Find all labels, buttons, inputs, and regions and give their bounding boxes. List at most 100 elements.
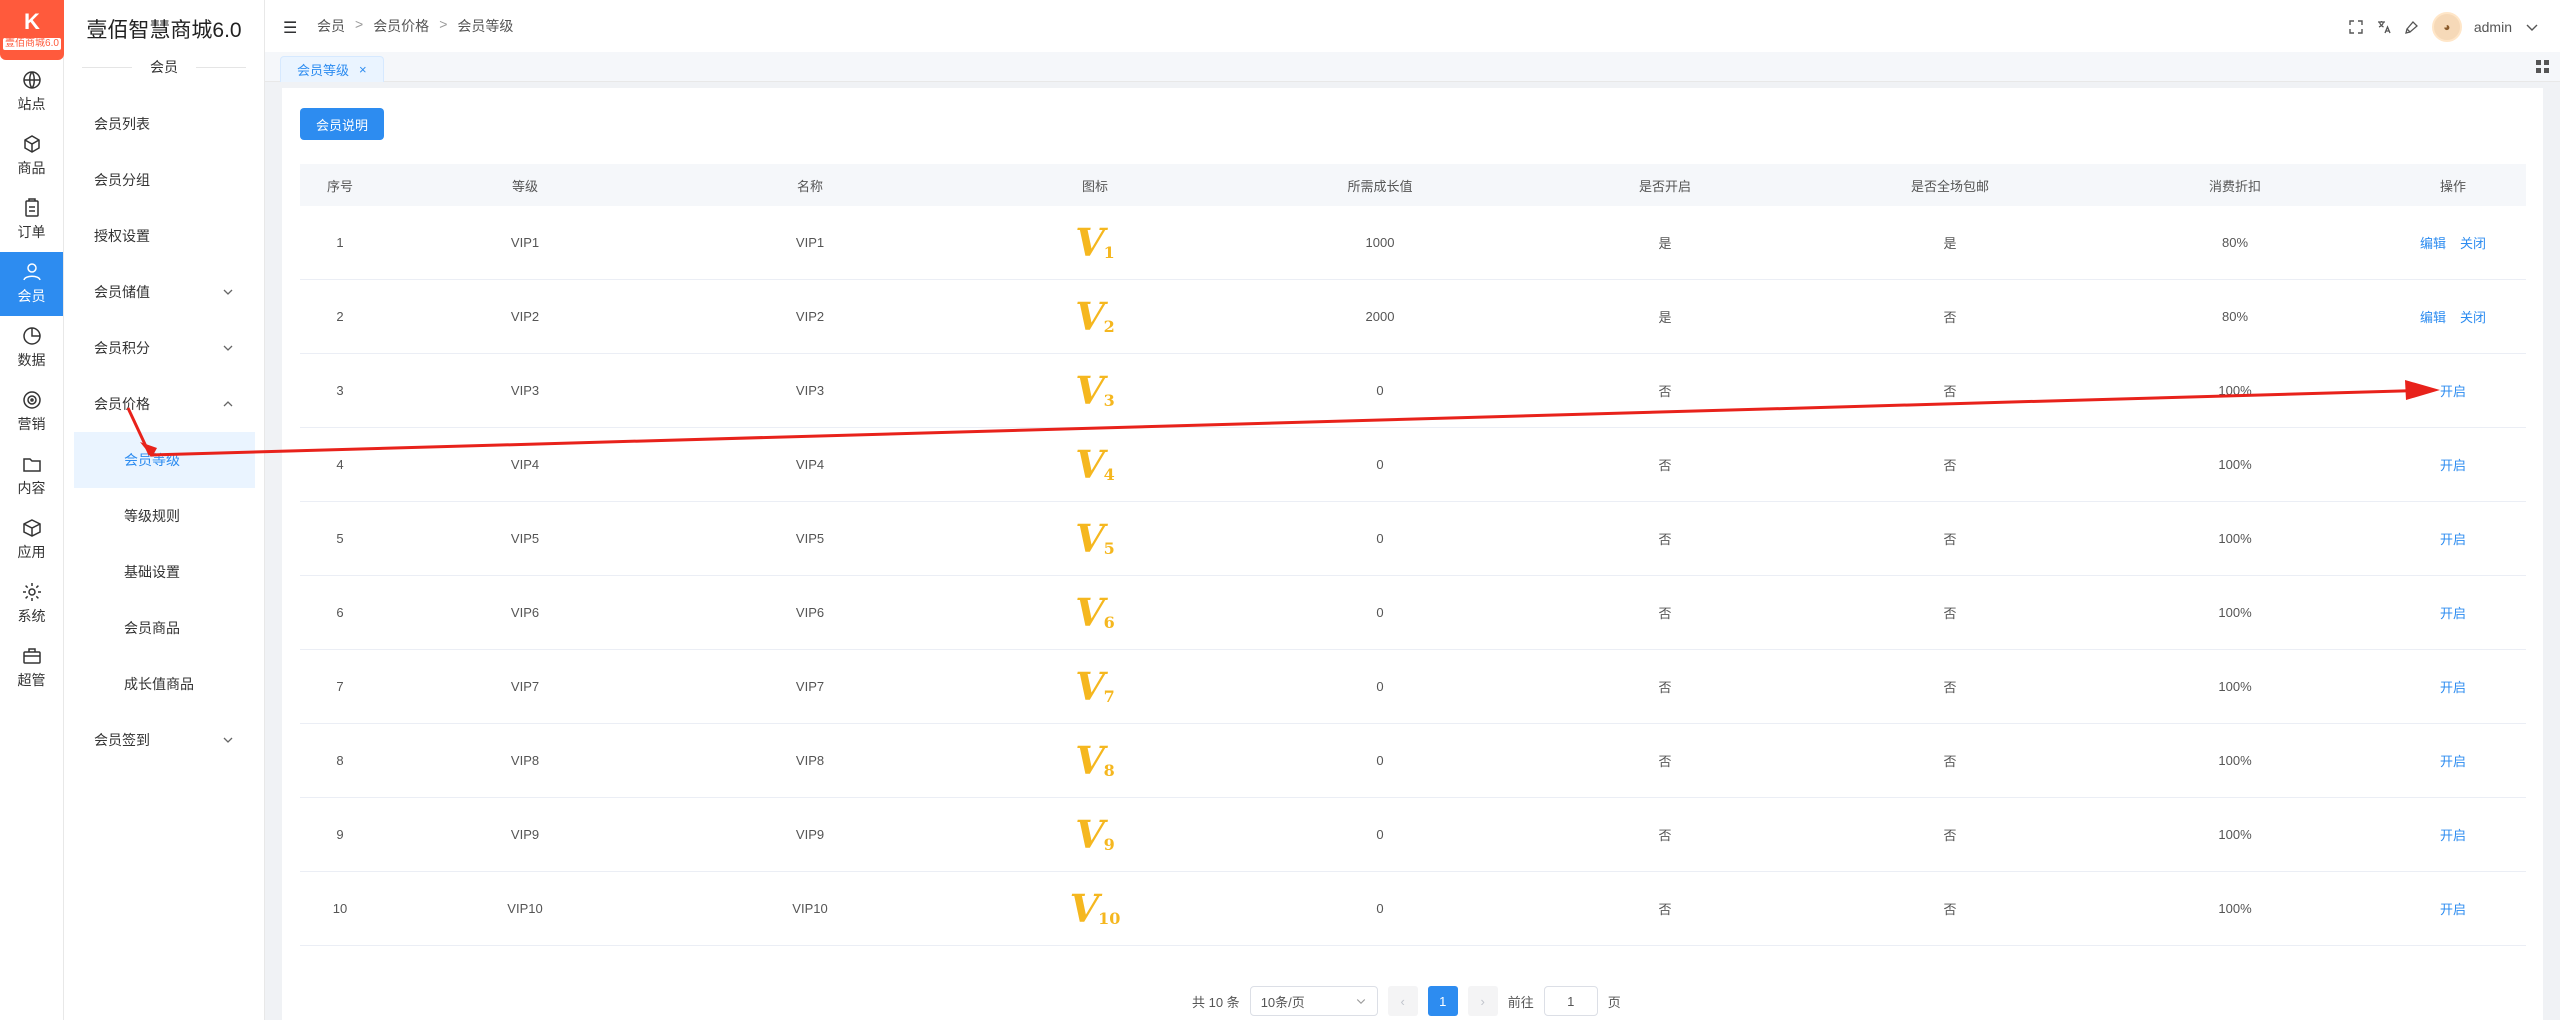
row-action-button[interactable]: 开启 bbox=[2440, 899, 2466, 918]
vip-badge-icon: V6 bbox=[1075, 589, 1115, 635]
row-action-button[interactable]: 编辑 bbox=[2420, 307, 2446, 326]
sidebar-item-label: 会员积分 bbox=[94, 340, 150, 356]
rail-item-7[interactable]: 应用 bbox=[0, 508, 63, 572]
vip-badge-number: 6 bbox=[1103, 612, 1115, 632]
chevron-down-icon bbox=[223, 289, 233, 295]
cell-no: 4 bbox=[336, 457, 344, 472]
globe-icon bbox=[22, 71, 41, 89]
briefcase-icon bbox=[22, 648, 41, 664]
row-action-button[interactable]: 关闭 bbox=[2460, 307, 2486, 326]
rail-item-label: 内容 bbox=[17, 480, 46, 496]
rail-item-4[interactable]: 数据 bbox=[0, 316, 63, 380]
top-header: ☰ 会员 > 会员价格 > 会员等级 ◕ admin bbox=[265, 0, 2560, 52]
page-number-button[interactable]: 1 bbox=[1427, 986, 1458, 1016]
vip-badge-icon: V1 bbox=[1075, 219, 1115, 265]
close-icon[interactable]: × bbox=[359, 62, 367, 77]
sidebar-item-0[interactable]: 会员列表 bbox=[64, 96, 264, 152]
sidebar-subitem-label: 会员等级 bbox=[124, 452, 180, 468]
cell-growth: 0 bbox=[1376, 457, 1384, 472]
cell-name: VIP9 bbox=[795, 827, 825, 842]
row-action-button[interactable]: 开启 bbox=[2440, 677, 2466, 696]
cell-no: 7 bbox=[336, 679, 344, 694]
rail-item-8[interactable]: 系统 bbox=[0, 572, 63, 636]
vip-badge-number: 7 bbox=[1103, 686, 1115, 706]
row-action-button[interactable]: 编辑 bbox=[2420, 233, 2446, 252]
rail-item-6[interactable]: 内容 bbox=[0, 444, 63, 508]
sidebar-item-2[interactable]: 授权设置 bbox=[64, 208, 264, 264]
grid-icon[interactable] bbox=[2536, 60, 2550, 74]
avatar[interactable]: ◕ bbox=[2431, 12, 2462, 42]
cell-level: VIP7 bbox=[510, 679, 540, 694]
sidebar-item-5[interactable]: 会员价格 bbox=[64, 376, 264, 432]
prev-page-button[interactable]: ‹ bbox=[1387, 986, 1418, 1016]
rail-item-3[interactable]: 会员 bbox=[0, 252, 63, 316]
chevron-up-icon bbox=[223, 401, 233, 407]
rail-item-label: 站点 bbox=[17, 96, 46, 112]
table-row: 1 VIP1 VIP1 V 1 1000 是 是 80% 编辑 关闭 bbox=[300, 206, 2526, 280]
sidebar-subitem-3[interactable]: 会员商品 bbox=[74, 600, 255, 656]
fullscreen-icon[interactable] bbox=[2348, 19, 2364, 35]
chevron-down-icon[interactable] bbox=[2524, 19, 2540, 35]
member-level-table: 序号 等级 名称 图标 所需成长值 是否开启 是否全场包邮 消费折扣 操作 1V… bbox=[300, 164, 2526, 946]
cell-level: VIP6 bbox=[510, 605, 540, 620]
sidebar-item-checkin[interactable]: 会员签到 bbox=[64, 712, 264, 768]
breadcrumb-item-member-price[interactable]: 会员价格 bbox=[373, 16, 429, 36]
menu-toggle-icon[interactable]: ☰ bbox=[283, 18, 297, 38]
sidebar-item-1[interactable]: 会员分组 bbox=[64, 152, 264, 208]
row-action-button[interactable]: 开启 bbox=[2440, 825, 2466, 844]
cell-enabled: 否 bbox=[1658, 606, 1672, 621]
sidebar-subitem-1[interactable]: 等级规则 bbox=[74, 488, 255, 544]
app-logo[interactable]: K 壹佰商城6.0 bbox=[0, 0, 64, 60]
rail-item-0[interactable]: 站点 bbox=[0, 60, 63, 124]
sidebar-item-3[interactable]: 会员储值 bbox=[64, 264, 264, 320]
table-header: 序号 等级 名称 图标 所需成长值 是否开启 是否全场包邮 消费折扣 操作 bbox=[300, 164, 2526, 206]
cell-enabled: 否 bbox=[1658, 384, 1672, 399]
cell-discount: 100% bbox=[2218, 383, 2252, 398]
column-header: 名称 bbox=[796, 178, 823, 194]
sidebar-subitem-0[interactable]: 会员等级 bbox=[74, 432, 255, 488]
cell-free-shipping: 否 bbox=[1943, 680, 1957, 695]
vip-badge-icon: V4 bbox=[1075, 441, 1115, 487]
username[interactable]: admin bbox=[2474, 19, 2512, 35]
cell-level: VIP2 bbox=[510, 309, 540, 324]
cell-icon: V1 bbox=[950, 219, 1240, 265]
icon-rail: K 壹佰商城6.0 站点商品 订单 会员 数据营销内容应用 系统超管 bbox=[0, 0, 64, 1020]
theme-icon[interactable] bbox=[2404, 19, 2420, 35]
sidebar-item-label: 会员储值 bbox=[94, 284, 150, 300]
breadcrumb-item-member-level: 会员等级 bbox=[457, 18, 514, 34]
sidebar-subitem-2[interactable]: 基础设置 bbox=[74, 544, 255, 600]
page-size-select[interactable]: 10条/页 bbox=[1249, 986, 1378, 1016]
table-row: 5 VIP5 VIP5 V 5 0 否 否 100% 开启 bbox=[300, 502, 2526, 576]
row-action-button[interactable]: 开启 bbox=[2440, 529, 2466, 548]
row-action-button[interactable]: 开启 bbox=[2440, 455, 2466, 474]
rail-item-9[interactable]: 超管 bbox=[0, 636, 63, 700]
row-action-button[interactable]: 关闭 bbox=[2460, 233, 2486, 252]
rail-item-2[interactable]: 订单 bbox=[0, 188, 63, 252]
rail-item-label: 营销 bbox=[17, 416, 46, 432]
tab-member-level[interactable]: 会员等级 × bbox=[280, 56, 384, 82]
cell-free-shipping: 否 bbox=[1943, 754, 1957, 769]
sidebar-subitem-4[interactable]: 成长值商品 bbox=[74, 656, 255, 712]
row-action-button[interactable]: 开启 bbox=[2440, 751, 2466, 770]
sidebar-item-4[interactable]: 会员积分 bbox=[64, 320, 264, 376]
table-row: 2 VIP2 VIP2 V 2 2000 是 否 80% 编辑 关闭 bbox=[300, 280, 2526, 354]
next-page-button[interactable]: › bbox=[1467, 986, 1498, 1016]
translate-icon[interactable] bbox=[2376, 19, 2392, 35]
rail-item-1[interactable]: 商品 bbox=[0, 124, 63, 188]
rail-item-label: 超管 bbox=[17, 672, 46, 688]
cell-enabled: 否 bbox=[1658, 902, 1672, 917]
vip-badge-icon: V 10 bbox=[1069, 885, 1121, 931]
goto-page-input[interactable]: 1 bbox=[1543, 986, 1598, 1016]
breadcrumb-item-member[interactable]: 会员 bbox=[317, 16, 345, 36]
cell-discount: 100% bbox=[2218, 457, 2252, 472]
member-explain-button[interactable]: 会员说明 bbox=[300, 108, 384, 140]
breadcrumb: 会员 > 会员价格 > 会员等级 bbox=[317, 16, 513, 36]
cell-enabled: 否 bbox=[1658, 680, 1672, 695]
vip-badge-number: 5 bbox=[1103, 538, 1115, 558]
row-action-button[interactable]: 开启 bbox=[2440, 603, 2466, 622]
cell-level: VIP1 bbox=[510, 235, 540, 250]
sidebar-item-label: 会员签到 bbox=[94, 732, 150, 748]
row-action-button[interactable]: 开启 bbox=[2440, 381, 2466, 400]
cell-level: VIP8 bbox=[510, 753, 540, 768]
rail-item-5[interactable]: 营销 bbox=[0, 380, 63, 444]
